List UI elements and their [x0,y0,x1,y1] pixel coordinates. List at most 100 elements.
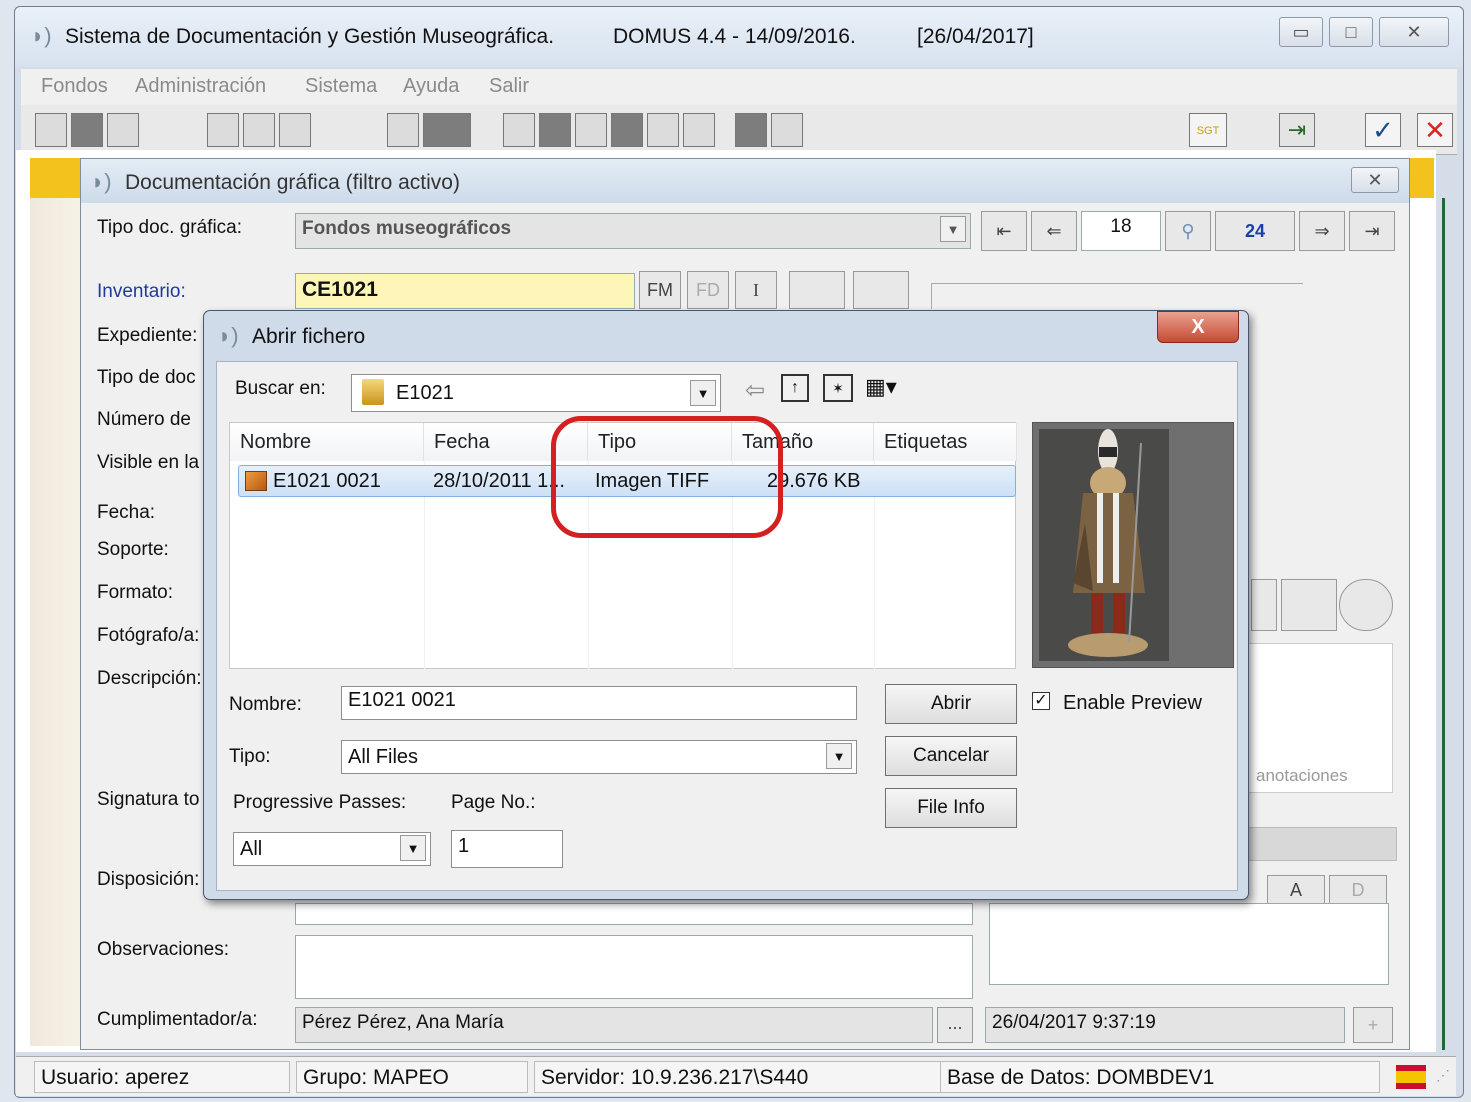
folder-icon [362,379,384,405]
formato-label: Formato: [97,582,174,603]
figurine-preview-image [1039,429,1169,661]
pages-icon[interactable] [735,113,767,147]
search-icon[interactable]: ⚲ [1165,211,1211,251]
side-tool-icon[interactable] [1251,579,1277,631]
menu-sistema[interactable]: Sistema [305,75,377,98]
refresh-icon[interactable] [503,113,535,147]
panel-icon[interactable] [423,113,471,147]
file-info-button[interactable]: File Info [885,788,1017,828]
timestamp-field: 26/04/2017 9:37:19 [985,1007,1345,1043]
page-no-label: Page No.: [451,792,536,813]
column-nombre[interactable]: Nombre [230,423,424,461]
right-gray-bar [1241,827,1397,861]
enable-preview-checkbox[interactable]: ✓ [1032,692,1050,710]
print-icon[interactable] [853,271,909,309]
chevron-down-icon[interactable]: ▼ [690,380,716,406]
inner-close-button[interactable]: ✕ [1351,167,1399,193]
exit-door-icon[interactable]: ⇥ [1279,113,1315,147]
inventario-field[interactable]: CE1021 [295,273,635,309]
right-notes-field[interactable] [989,903,1389,985]
report-icon[interactable] [647,113,679,147]
menu-fondos[interactable]: Fondos [41,75,108,98]
resize-grip-icon[interactable]: ⋰ [1436,1067,1454,1089]
first-record-icon[interactable]: ⇤ [981,211,1027,251]
file-date: 28/10/2011 1... [433,470,565,492]
observaciones-field[interactable] [295,935,973,999]
visible-label: Visible en la [97,452,200,473]
status-base-datos: Base de Datos: DOMBDEV1 [940,1061,1380,1093]
progressive-passes-value: All [240,838,263,860]
block-icon[interactable] [539,113,571,147]
chevron-down-icon[interactable]: ▼ [400,835,426,861]
cumplimentador-field[interactable]: Pérez Pérez, Ana María [295,1007,933,1043]
highlight-annotation [551,416,783,538]
nombre-input[interactable]: E1021 0021 [341,686,857,720]
inner-titlebar: ◗) Documentación gráfica (filtro activo)… [81,159,1409,203]
folder-tool-icon[interactable] [1339,579,1393,631]
cumplimentador-ellipsis-button[interactable]: ... [937,1007,973,1043]
document-icon[interactable] [683,113,715,147]
a-button[interactable]: A [1267,875,1325,905]
progressive-passes-label: Progressive Passes: [233,792,407,813]
d-button[interactable]: D [1329,875,1387,905]
dialog-logo-icon: ◗) [218,323,239,348]
i-button[interactable]: I [735,271,777,309]
disposicion-label: Disposición: [97,869,200,890]
tipo-doc-grafica-select[interactable]: Fondos museográficos ▼ [295,213,971,249]
back-arrow-icon[interactable]: ⇦ [745,376,765,405]
new-folder-icon[interactable]: ✶ [823,374,853,402]
dialog-close-button[interactable]: X [1157,311,1239,343]
observaciones-label: Observaciones: [97,939,230,960]
cancelar-button[interactable]: Cancelar [885,736,1017,776]
minimize-button[interactable]: ▭ [1279,17,1323,47]
fm-button[interactable]: FM [639,271,681,309]
view-menu-icon[interactable]: ▦▾ [865,374,905,402]
progressive-passes-select[interactable]: All ▼ [233,832,431,866]
cancel-x-icon[interactable]: ✕ [1417,113,1453,147]
menu-administracion[interactable]: Administración [135,75,266,98]
descripcion-label: Descripción: [97,668,202,689]
maximize-button[interactable]: □ [1329,17,1373,47]
edit-record-icon[interactable] [71,113,103,147]
app-title: Sistema de Documentación y Gestión Museo… [65,25,555,48]
disposicion-field[interactable] [295,903,973,925]
fd-button[interactable]: FD [687,271,729,309]
prev-record-icon[interactable]: ⇐ [1031,211,1077,251]
open-folder-icon[interactable] [243,113,275,147]
tipo-select[interactable]: All Files ▼ [341,740,857,774]
close-window-button[interactable]: ✕ [1379,17,1449,47]
chevron-down-icon[interactable]: ▼ [940,216,966,242]
tipo-label: Tipo: [229,746,271,767]
save-icon[interactable] [279,113,311,147]
plus-button[interactable]: + [1353,1007,1393,1043]
menu-salir[interactable]: Salir [489,75,529,98]
record-current-field[interactable]: 18 [1081,211,1161,251]
sgt-button[interactable]: SGT [1189,113,1227,147]
filter-icon[interactable] [611,113,643,147]
inventario-label: Inventario: [97,281,186,302]
chevron-down-icon[interactable]: ▼ [826,743,852,769]
anotaciones-text: anotaciones [1256,766,1348,785]
yellow-strip-left [30,158,82,198]
nombre-label: Nombre: [229,694,302,715]
page-no-input[interactable]: 1 [451,830,563,868]
next-record-icon[interactable]: ⇒ [1299,211,1345,251]
annotations-box[interactable]: anotaciones [1241,643,1393,793]
accept-check-icon[interactable]: ✓ [1365,113,1401,147]
fecha-label: Fecha: [97,502,156,523]
menu-ayuda[interactable]: Ayuda [403,75,459,98]
new-record-icon[interactable] [35,113,67,147]
folder-combo[interactable]: E1021 ▼ [351,374,721,412]
cumplimentador-label: Cumplimentador/a: [97,1009,258,1030]
binoculars-icon[interactable] [575,113,607,147]
up-folder-icon[interactable]: ↑ [781,374,809,402]
abrir-button[interactable]: Abrir [885,684,1017,724]
last-record-icon[interactable]: ⇥ [1349,211,1395,251]
copy-icon[interactable] [207,113,239,147]
grid-icon[interactable] [771,113,803,147]
column-etiquetas[interactable]: Etiquetas [874,423,1017,461]
image-tool-icon[interactable] [789,271,845,309]
delete-record-icon[interactable] [107,113,139,147]
list-icon[interactable] [387,113,419,147]
map-tool-icon[interactable] [1281,579,1337,631]
